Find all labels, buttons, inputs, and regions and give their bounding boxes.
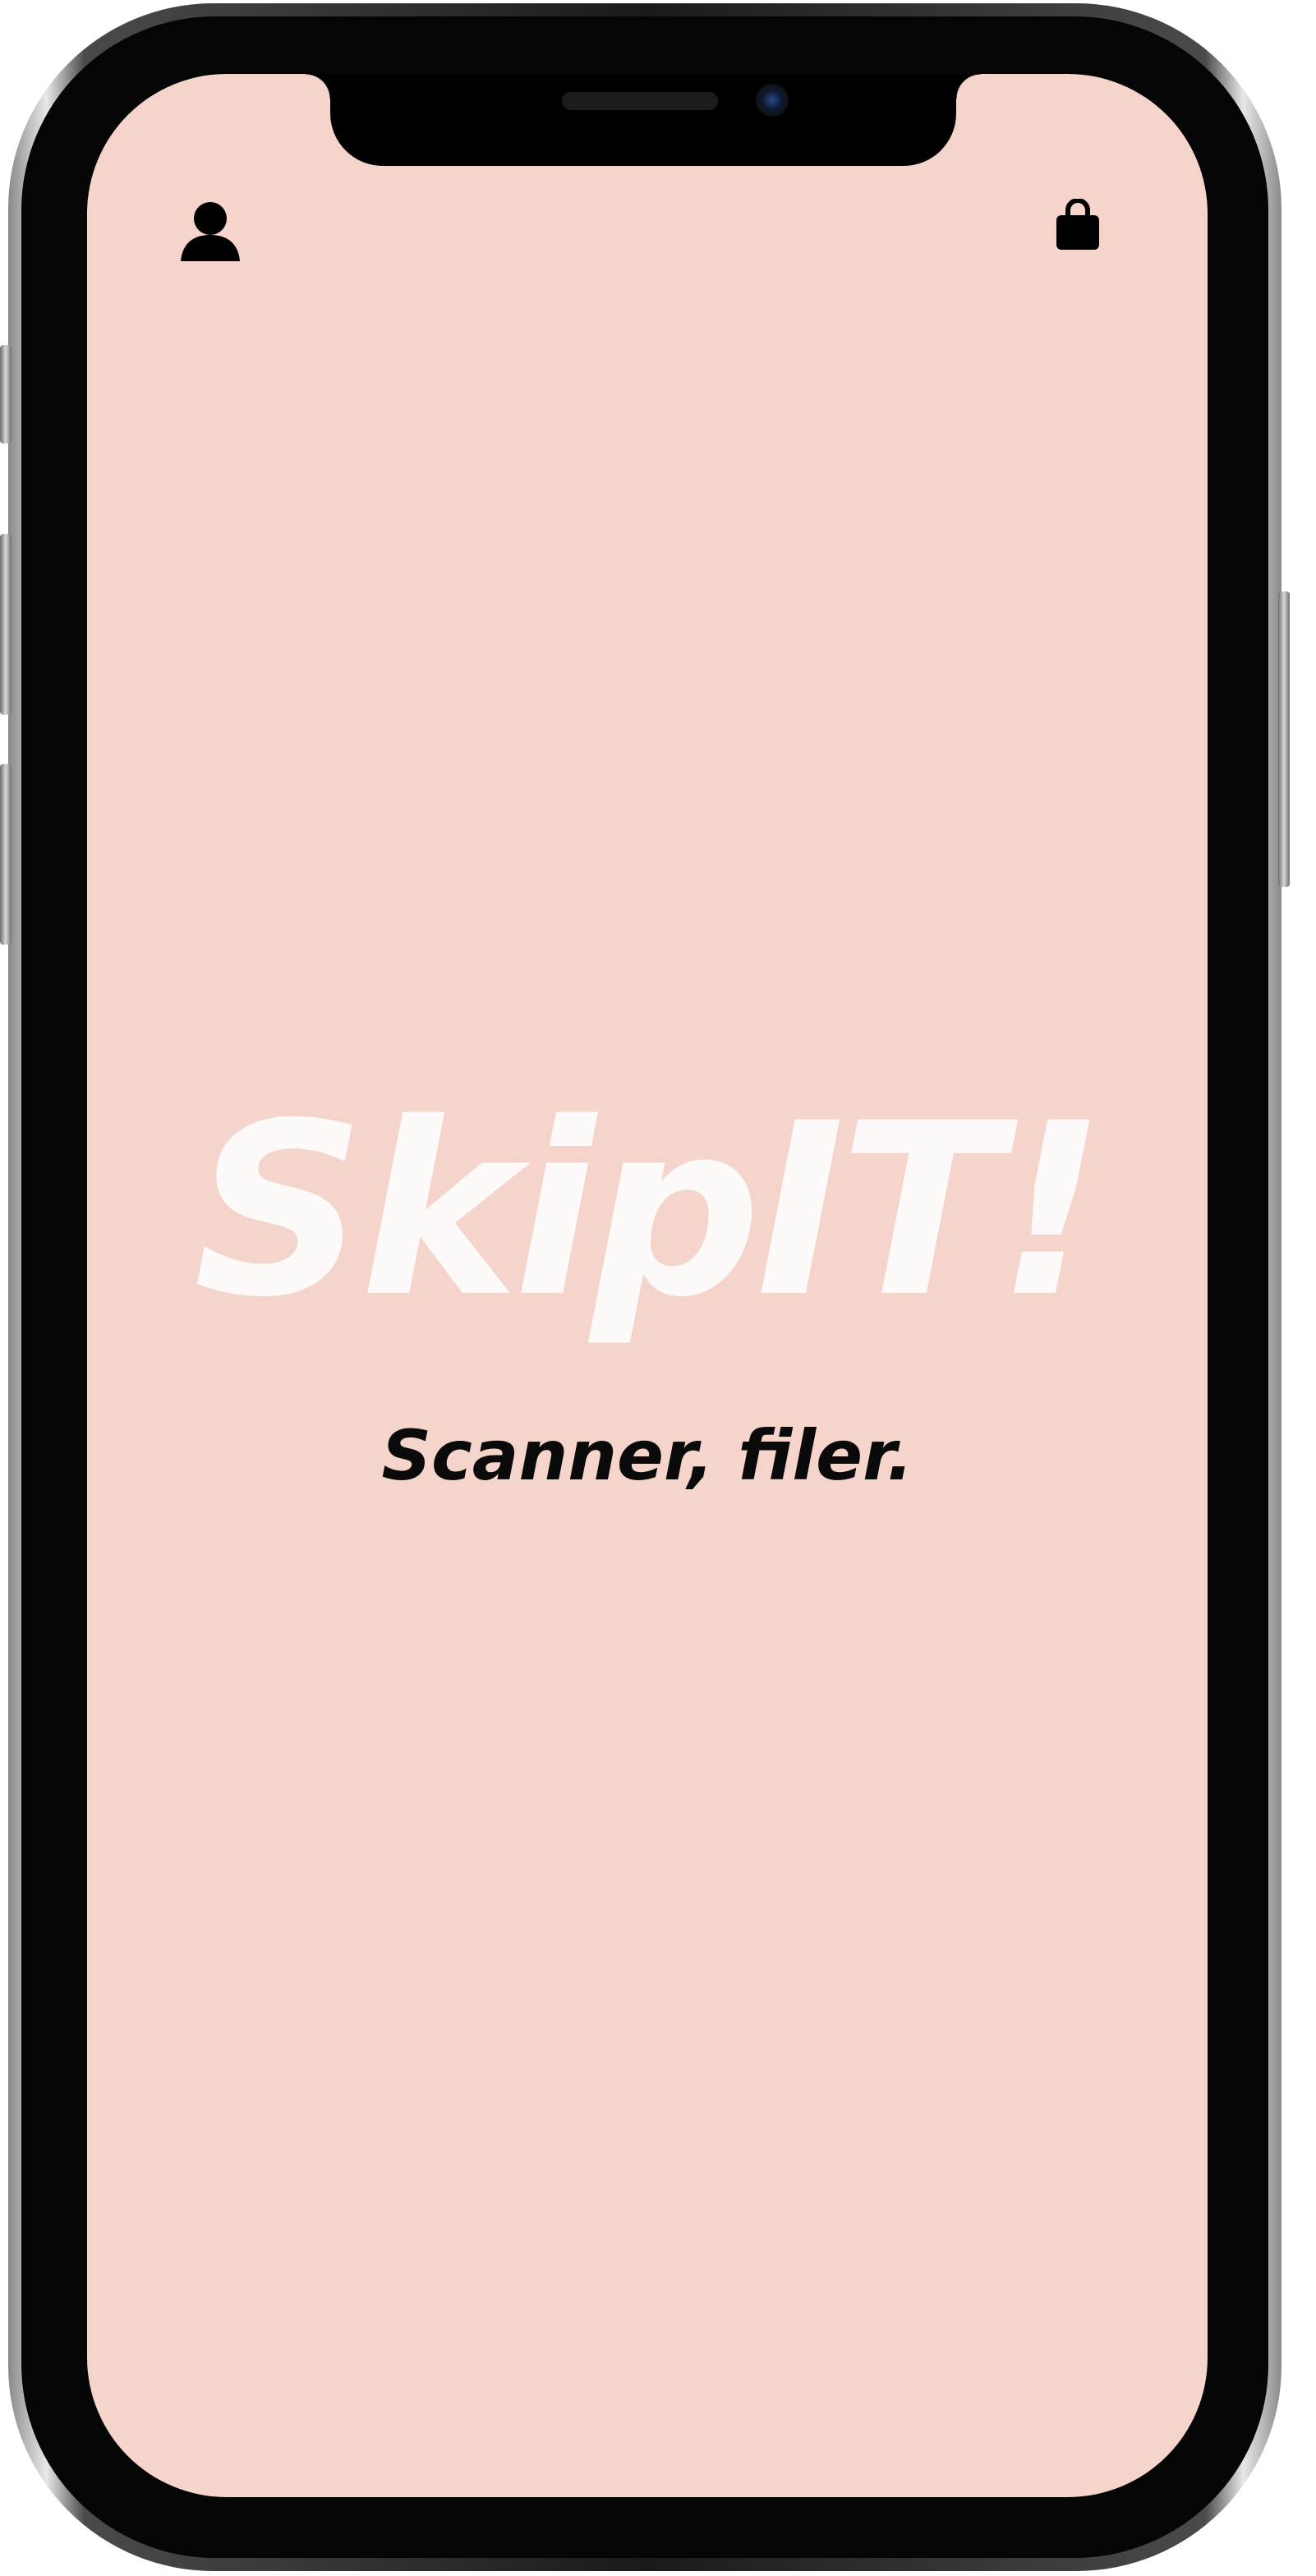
profile-icon[interactable] [179,199,242,261]
silent-switch [0,345,12,444]
notch [306,74,981,166]
power-button [1278,591,1290,887]
volume-up-button [0,534,12,715]
front-camera [756,84,789,117]
earpiece-speaker [562,92,718,110]
volume-down-button [0,764,12,945]
tagline: Scanner, filer. [381,1415,913,1496]
app-screen: SkipIT! Scanner, filer. [87,74,1208,2497]
brand-title: SkipIT! [193,1073,1107,1350]
top-bar [87,197,1208,271]
shopping-bag-icon[interactable] [1055,198,1101,250]
